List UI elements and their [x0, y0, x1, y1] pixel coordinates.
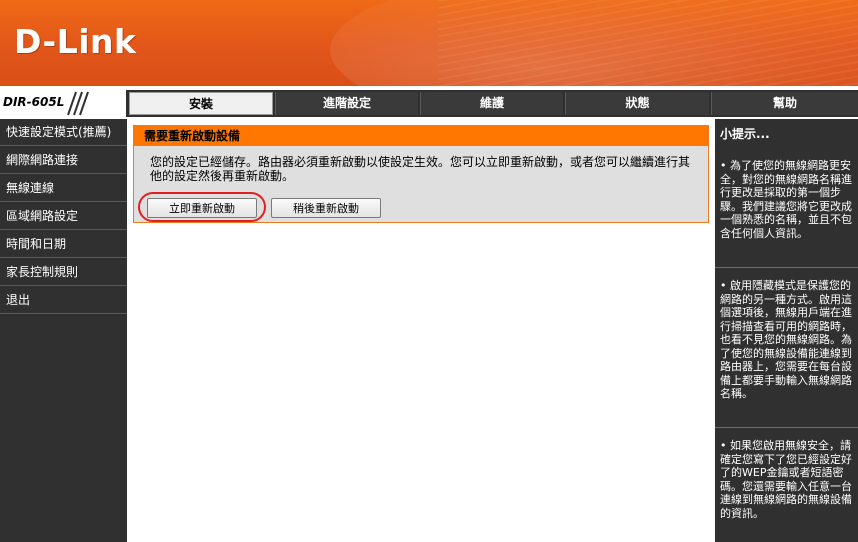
model-badge: DIR-605L [0, 90, 128, 117]
header-lines [438, 0, 858, 86]
dlink-logo: D-Link [14, 22, 137, 61]
tab-maintenance[interactable]: 維護 [420, 92, 563, 115]
reboot-later-button[interactable]: 稍後重新啟動 [271, 198, 381, 218]
sidebar-item-logout[interactable]: 退出 [0, 287, 127, 314]
reboot-panel: 需要重新啟動設備 您的設定已經儲存。路由器必須重新啟動以使設定生效。您可以立即重… [133, 125, 709, 223]
sidebar-item-time[interactable]: 時間和日期 [0, 231, 127, 258]
tab-advanced[interactable]: 進階設定 [275, 92, 418, 115]
main-content: 需要重新啟動設備 您的設定已經儲存。路由器必須重新啟動以使設定生效。您可以立即重… [129, 119, 713, 542]
reboot-title: 需要重新啟動設備 [134, 126, 708, 146]
sidebar-item-lan[interactable]: 區域網路設定 [0, 203, 127, 230]
sidebar-item-wizard[interactable]: 快速設定模式(推薦) [0, 119, 127, 146]
reboot-now-button[interactable]: 立即重新啟動 [147, 198, 257, 218]
sidebar-item-internet[interactable]: 網際網路連接 [0, 147, 127, 174]
tip-item: • 啟用隱藏模式是保護您的網路的另一種方式。啟用這個選項後，無線用戶端在進行掃描… [720, 279, 852, 400]
tab-setup[interactable]: 安裝 [129, 92, 273, 115]
tip-divider [715, 267, 858, 268]
tips-title: 小提示... [720, 127, 770, 141]
header-banner: D-Link [0, 0, 858, 86]
sidebar: 快速設定模式(推薦) 網際網路連接 無線連線 區域網路設定 時間和日期 家長控制… [0, 119, 127, 542]
tip-item: • 為了使您的無線網路更安全，對您的無線網路名稱進行更改是採取的第一個步驟。我們… [720, 159, 852, 240]
tip-divider [715, 427, 858, 428]
model-slashes-icon [67, 91, 89, 116]
sidebar-item-wireless[interactable]: 無線連線 [0, 175, 127, 202]
tips-panel: 小提示... • 為了使您的無線網路更安全，對您的無線網路名稱進行更改是採取的第… [715, 119, 858, 542]
tip-item: • 如果您啟用無線安全，請確定您寫下了您已經設定好了的WEP金鑰或者短語密碼。您… [720, 439, 852, 520]
tab-status[interactable]: 狀態 [565, 92, 709, 115]
router-admin-page: D-Link DIR-605L 安裝 進階設定 維護 狀態 幫助 快速設定模式(… [0, 0, 858, 542]
top-nav: DIR-605L 安裝 進階設定 維護 狀態 幫助 [0, 90, 858, 117]
model-label: DIR-605L [3, 95, 65, 109]
sidebar-item-parental[interactable]: 家長控制規則 [0, 259, 127, 286]
tab-help[interactable]: 幫助 [711, 92, 858, 115]
reboot-message: 您的設定已經儲存。路由器必須重新啟動以使設定生效。您可以立即重新啟動，或者您可以… [150, 155, 691, 183]
